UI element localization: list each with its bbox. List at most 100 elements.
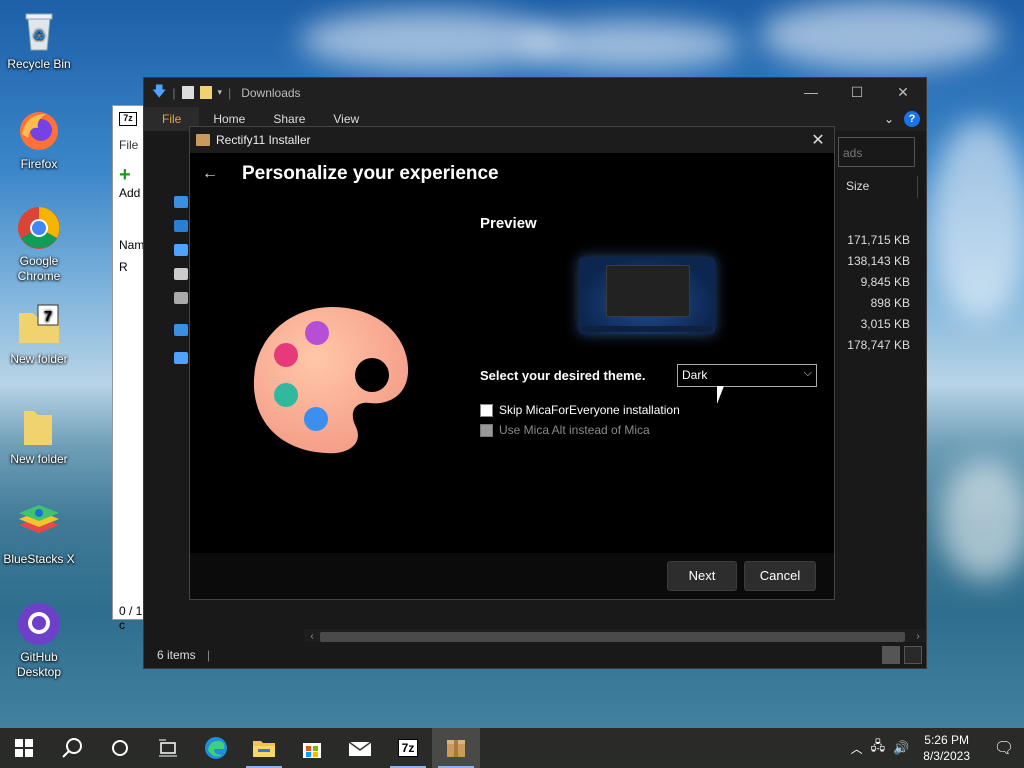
package-icon xyxy=(196,134,210,146)
file-size: 178,747 KB xyxy=(847,338,910,352)
file-size: 9,845 KB xyxy=(860,275,910,289)
windows-logo-icon xyxy=(15,739,33,757)
installer-taskbar-button[interactable] xyxy=(432,728,480,768)
mica-alt-option: Use Mica Alt instead of Mica xyxy=(480,423,650,437)
desktop-icon-label: New folder xyxy=(10,352,68,366)
window-title: Downloads xyxy=(241,85,301,100)
details-view-icon[interactable] xyxy=(882,646,900,664)
github-icon xyxy=(16,601,62,647)
mica-alt-checkbox xyxy=(480,423,493,437)
minimize-icon[interactable]: — xyxy=(788,84,834,101)
back-arrow-icon[interactable]: ← xyxy=(202,165,222,183)
quick-access-icon[interactable] xyxy=(174,196,188,208)
scrollbar-thumb[interactable] xyxy=(320,632,905,642)
desktop-icon-firefox[interactable]: Firefox xyxy=(2,108,76,172)
desktop-icon-label: Google Chrome xyxy=(17,254,61,283)
skip-mica-checkbox[interactable] xyxy=(480,403,493,417)
installer-title: Rectify11 Installer xyxy=(216,133,311,147)
notifications-icon[interactable]: 🗨 xyxy=(984,738,1024,758)
file-explorer-icon xyxy=(253,741,275,757)
file-size: 138,143 KB xyxy=(847,254,910,268)
desktop-icon-chrome[interactable]: Google Chrome xyxy=(2,205,76,284)
edge-button[interactable] xyxy=(192,728,240,768)
skip-mica-option[interactable]: Skip MicaForEveryone installation xyxy=(480,403,680,417)
file-explorer-button[interactable] xyxy=(240,728,288,768)
recycle-bin-icon: ♻ xyxy=(16,8,62,54)
preview-taskbar xyxy=(581,326,713,332)
menu-file[interactable]: File xyxy=(119,138,138,152)
desktop-icon-recycle-bin[interactable]: ♻ Recycle Bin xyxy=(2,8,76,72)
network-icon[interactable] xyxy=(174,352,188,364)
close-icon[interactable]: ✕ xyxy=(880,84,926,101)
installer-dialog[interactable]: Rectify11 Installer ✕ ← Personalize your… xyxy=(189,126,835,600)
page-title: Personalize your experience xyxy=(242,163,499,184)
start-button[interactable] xyxy=(0,728,48,768)
size-column: 171,715 KB 138,143 KB 9,845 KB 898 KB 3,… xyxy=(838,233,918,359)
search-icon xyxy=(62,738,82,758)
add-button-label[interactable]: Add xyxy=(119,186,140,200)
system-tray: ︿ 🖧 🔊 5:26 PM 8/3/2023 🗨 xyxy=(851,728,1024,768)
add-icon[interactable]: + xyxy=(119,164,131,187)
skip-mica-label: Skip MicaForEveryone installation xyxy=(499,403,680,417)
desktop-icon-github-desktop[interactable]: GitHub Desktop xyxy=(2,601,76,680)
preview-window xyxy=(606,265,690,317)
maximize-icon[interactable]: ☐ xyxy=(834,84,880,101)
volume-icon[interactable]: 🔊 xyxy=(893,740,909,756)
search-button[interactable] xyxy=(48,728,96,768)
desktop-icon-new-folder[interactable]: New folder xyxy=(2,403,76,467)
quick-access-toolbar: 🡇 | ▾ | xyxy=(152,81,231,105)
network-icon[interactable]: 🖧 xyxy=(871,737,886,759)
status-bar: 6 items | xyxy=(144,642,926,668)
bluestacks-icon xyxy=(16,503,62,549)
documents-nav-icon[interactable] xyxy=(174,268,188,280)
downloads-nav-icon[interactable] xyxy=(174,244,188,256)
paint-palette-icon xyxy=(252,305,410,455)
desktop-icon-label: Recycle Bin xyxy=(7,57,71,71)
desktop-nav-icon[interactable] xyxy=(174,220,188,232)
edge-icon xyxy=(205,737,227,759)
sevenzip-taskbar-button[interactable]: 7z xyxy=(384,728,432,768)
file-row[interactable]: R xyxy=(119,260,128,274)
folder-7z-icon: 7 xyxy=(16,303,62,349)
help-icon[interactable]: ? xyxy=(904,111,920,127)
expand-ribbon-icon[interactable]: ⌄ xyxy=(884,112,894,126)
firefox-icon xyxy=(16,108,62,154)
mica-alt-label: Use Mica Alt instead of Mica xyxy=(499,423,650,437)
pictures-nav-icon[interactable] xyxy=(174,292,188,304)
cancel-button[interactable]: Cancel xyxy=(744,561,816,591)
mail-button[interactable] xyxy=(336,728,384,768)
task-view-button[interactable] xyxy=(144,728,192,768)
installer-footer: Next Cancel xyxy=(190,553,834,599)
theme-label: Select your desired theme. xyxy=(480,368,646,383)
properties-icon[interactable] xyxy=(181,86,194,99)
desktop-icon-label: Firefox xyxy=(20,157,58,171)
desktop-icon-new-folder-7z[interactable]: 7 New folder xyxy=(2,303,76,367)
clock-time: 5:26 PM xyxy=(924,733,969,747)
column-name-header[interactable]: Nam xyxy=(119,238,144,252)
search-input[interactable]: ads xyxy=(838,137,915,167)
preview-heading: Preview xyxy=(480,215,537,232)
close-icon[interactable]: ✕ xyxy=(802,130,834,150)
store-icon xyxy=(303,743,321,758)
theme-select[interactable]: Dark ⌵ xyxy=(677,364,817,387)
clock-date: 8/3/2023 xyxy=(923,749,970,763)
mouse-cursor-icon xyxy=(717,386,731,404)
folder-icon xyxy=(16,403,62,449)
explorer-titlebar[interactable]: 🡇 | ▾ | Downloads — ☐ ✕ xyxy=(144,78,926,107)
sevenzip-app-icon: 7z xyxy=(119,112,137,126)
installer-titlebar[interactable]: Rectify11 Installer ✕ xyxy=(190,127,834,153)
desktop-icon-bluestacks[interactable]: BlueStacks X xyxy=(2,503,76,567)
new-folder-icon[interactable] xyxy=(199,86,212,99)
column-size-header[interactable]: Size xyxy=(838,176,918,198)
theme-select-value: Dark xyxy=(682,368,708,382)
clock[interactable]: 5:26 PM 8/3/2023 xyxy=(923,732,970,764)
next-button[interactable]: Next xyxy=(667,561,737,591)
store-button[interactable] xyxy=(288,728,336,768)
show-hidden-icons-icon[interactable]: ︿ xyxy=(851,740,863,757)
taskbar: 7z ︿ 🖧 🔊 5:26 PM 8/3/2023 🗨 xyxy=(0,728,1024,768)
this-pc-icon[interactable] xyxy=(174,324,188,336)
large-icons-view-icon[interactable] xyxy=(904,646,922,664)
file-size: 898 KB xyxy=(870,296,910,310)
customize-qat-icon[interactable]: ▾ xyxy=(218,87,223,98)
cortana-button[interactable] xyxy=(96,728,144,768)
